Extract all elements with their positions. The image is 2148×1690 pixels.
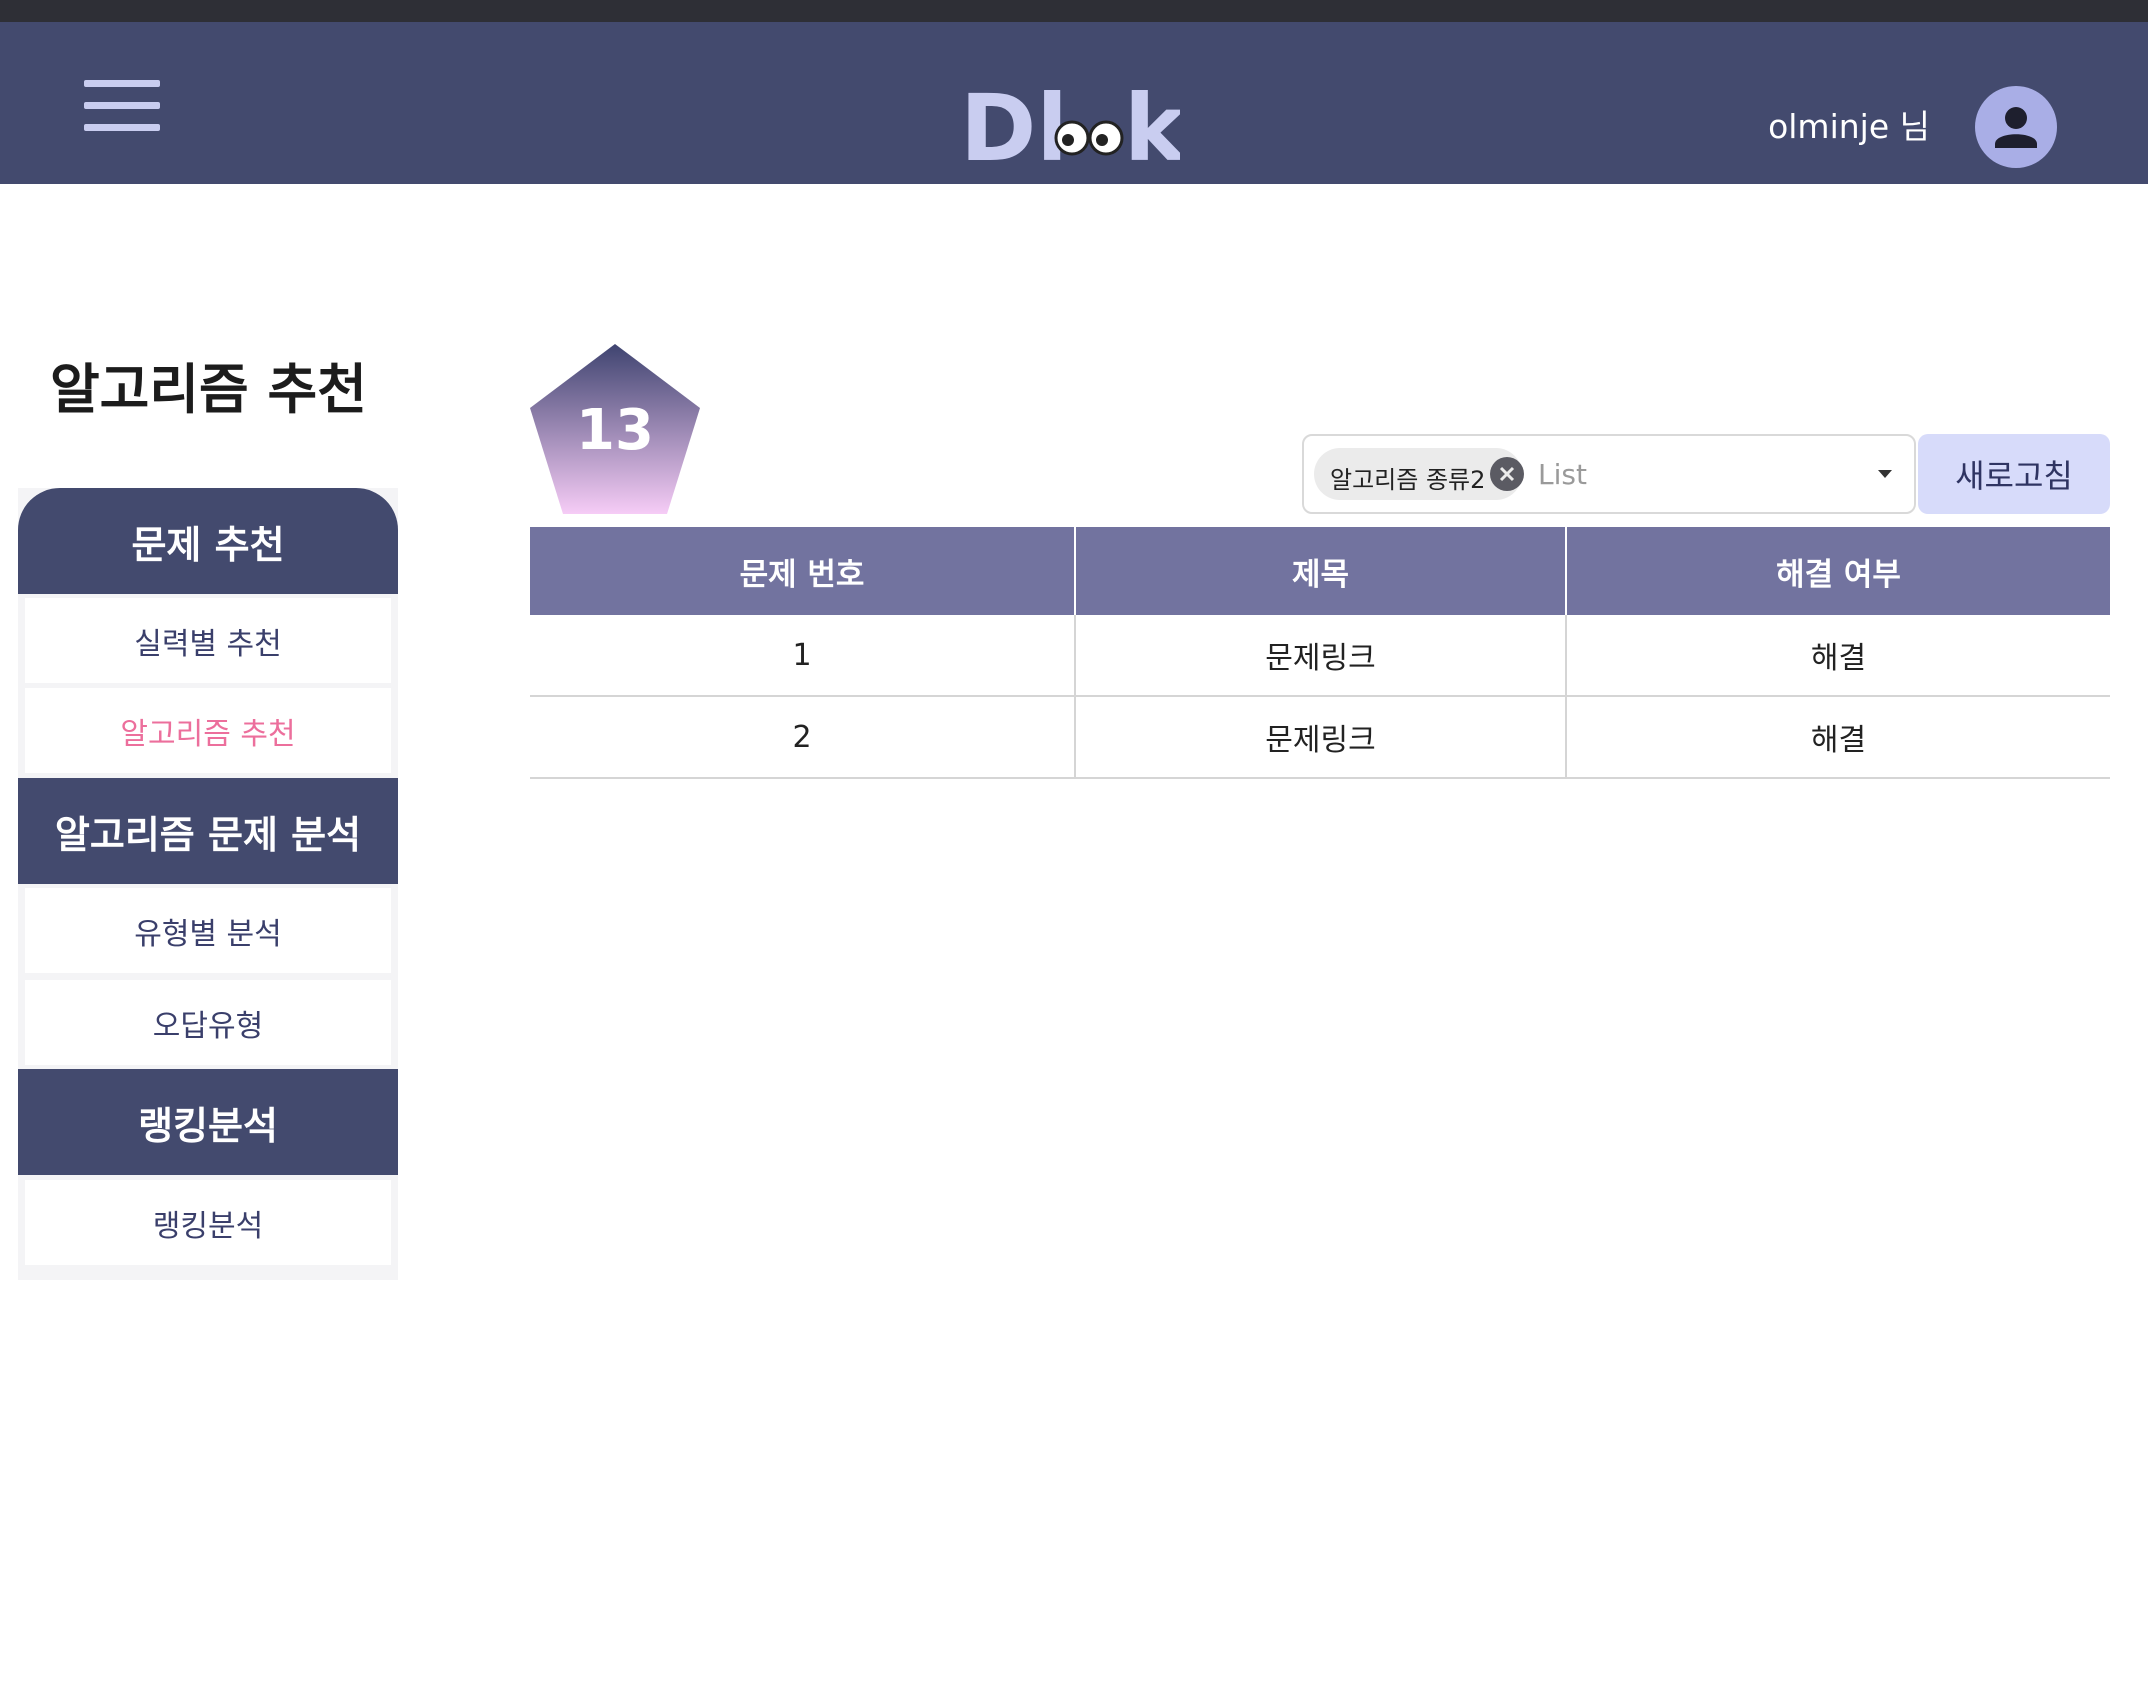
- app-header: Dl k olminje 님: [0, 22, 2148, 184]
- refresh-button[interactable]: 새로고침: [1918, 434, 2110, 514]
- cell-number: 2: [792, 719, 812, 755]
- user-avatar-icon[interactable]: [1975, 86, 2057, 168]
- tier-number: 13: [576, 398, 654, 463]
- column-header-solved: 해결 여부: [1565, 527, 2110, 615]
- cell-solved-status: 해결: [1565, 697, 2110, 777]
- cell-problem-link[interactable]: 문제링크: [1074, 697, 1565, 777]
- sidebar-item-skill-recommend[interactable]: 실력별 추천: [25, 598, 391, 683]
- sidebar: 문제 추천 실력별 추천 알고리즘 추천 알고리즘 문제 분석 유형별 분석 오…: [18, 488, 398, 1280]
- selected-chip: 알고리즘 종류2: [1314, 448, 1524, 500]
- sidebar-section-ranking[interactable]: 랭킹분석: [18, 1069, 398, 1175]
- column-header-title: 제목: [1074, 527, 1565, 615]
- sidebar-section-problem-recommend[interactable]: 문제 추천: [18, 488, 398, 594]
- table-row: 2 문제링크 해결: [530, 697, 2110, 779]
- page-title: 알고리즘 추천: [50, 358, 367, 421]
- cell-problem-link[interactable]: 문제링크: [1074, 615, 1565, 695]
- browser-top-strip: [0, 0, 2148, 22]
- cell-solved-status: 해결: [1565, 615, 2110, 695]
- chip-remove-icon[interactable]: [1490, 457, 1524, 491]
- chip-label: 알고리즘 종류2: [1330, 466, 1486, 494]
- table-row: 1 문제링크 해결: [530, 615, 2110, 697]
- table-header: 문제 번호 제목 해결 여부: [530, 527, 2110, 615]
- svg-text:k: k: [1124, 75, 1180, 174]
- select-placeholder: List: [1538, 458, 1587, 491]
- sidebar-item-wrong-answer-type[interactable]: 오답유형: [25, 980, 391, 1065]
- cell-number: 1: [792, 637, 812, 673]
- sidebar-item-type-analysis[interactable]: 유형별 분석: [25, 888, 391, 973]
- sidebar-item-ranking-analysis[interactable]: 랭킹분석: [25, 1180, 391, 1265]
- username-label: olminje 님: [1768, 107, 1930, 146]
- algorithm-select[interactable]: 알고리즘 종류2 List: [1302, 434, 1916, 514]
- dropdown-caret-icon[interactable]: [1878, 470, 1892, 478]
- svg-text:Dl: Dl: [960, 75, 1068, 174]
- sidebar-section-algorithm-analysis[interactable]: 알고리즘 문제 분석: [18, 778, 398, 884]
- menu-icon[interactable]: [84, 80, 160, 132]
- dlook-logo[interactable]: Dl k: [960, 74, 1180, 174]
- sidebar-item-algorithm-recommend[interactable]: 알고리즘 추천: [25, 688, 391, 773]
- column-header-number: 문제 번호: [739, 556, 865, 593]
